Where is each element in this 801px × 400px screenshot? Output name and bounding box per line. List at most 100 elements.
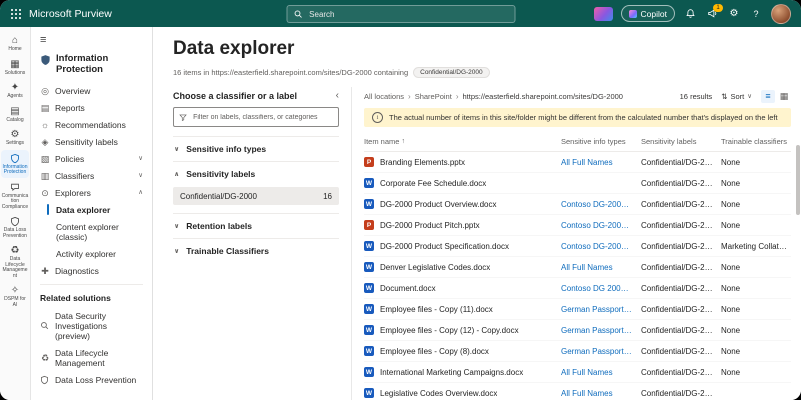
app-body: ⌂ Home ▦ Solutions ✦ Agents ▤ Catalog ⚙ …: [0, 27, 801, 400]
chat-bubble-icon: [10, 182, 20, 193]
settings-gear-icon[interactable]: ⚙: [727, 7, 741, 21]
section-retention-labels[interactable]: ∨ Retention labels: [173, 213, 339, 238]
chevron-down-icon: ∨: [174, 222, 179, 230]
column-sensitivity-labels[interactable]: Sensitivity labels: [641, 137, 721, 146]
table-row[interactable]: International Marketing Campaigns.docx A…: [364, 362, 791, 383]
rail-item-home[interactable]: ⌂ Home: [1, 32, 29, 55]
collapse-panel-icon[interactable]: ‹: [336, 90, 339, 101]
word-icon: [364, 367, 374, 377]
rail-item-settings[interactable]: ⚙ Settings: [1, 126, 29, 149]
main-content: Data explorer 16 items in https://easter…: [153, 27, 801, 400]
word-icon: [364, 178, 374, 188]
tag-icon: ◈: [40, 137, 50, 147]
help-icon[interactable]: ?: [749, 7, 763, 21]
table-row[interactable]: Branding Elements.pptx All Full Names Co…: [364, 152, 791, 173]
rail-item-agents[interactable]: ✦ Agents: [1, 79, 29, 102]
table-row[interactable]: Employee files - Copy (11).docx German P…: [364, 299, 791, 320]
shield-icon: [40, 375, 50, 385]
copilot-button[interactable]: Copilot: [621, 5, 675, 22]
table-row[interactable]: Employee files - Copy (12) - Copy.docx G…: [364, 320, 791, 341]
vertical-scrollbar[interactable]: [796, 145, 800, 215]
security-copilot-icon[interactable]: [594, 7, 613, 21]
word-icon: [364, 199, 374, 209]
info-banner: i The actual number of items in this sit…: [364, 108, 791, 127]
sidebar-item-activity-explorer[interactable]: Activity explorer: [31, 245, 152, 262]
rail-item-dspm-for-ai[interactable]: ✧ DSPM for AI: [1, 282, 29, 310]
sidebar-item-sensitivity-labels[interactable]: ◈ Sensitivity labels: [31, 133, 152, 150]
sidebar-item-data-security-investigations[interactable]: Data Security Investigations (preview): [31, 307, 152, 344]
table-row[interactable]: DG-2000 Product Overview.docx Contoso DG…: [364, 194, 791, 215]
section-sensitive-info-types[interactable]: ∨ Sensitive info types: [173, 136, 339, 161]
breadcrumb-all-locations[interactable]: All locations: [364, 92, 404, 101]
chevron-right-icon: ›: [408, 92, 411, 101]
chevron-down-icon: ∨: [138, 154, 143, 164]
rail-item-data-lifecycle-management[interactable]: ♻ Data Lifecycle Management: [1, 242, 29, 281]
list-view-button[interactable]: ≡: [761, 90, 775, 103]
sidebar-item-data-explorer[interactable]: Data explorer: [31, 201, 152, 218]
sidebar-item-data-loss-prevention[interactable]: Data Loss Prevention: [31, 371, 152, 388]
selected-label-row[interactable]: Confidential/DG-2000 16: [173, 187, 339, 205]
table-row[interactable]: Legislative Codes Overview.docx All Full…: [364, 383, 791, 400]
classifier-filter-panel: Choose a classifier or a label ‹ ∨ Sensi…: [153, 87, 352, 400]
rail-item-information-protection[interactable]: Information Protection: [1, 150, 29, 178]
sidebar-item-reports[interactable]: ▤ Reports: [31, 99, 152, 116]
section-trainable-classifiers[interactable]: ∨ Trainable Classifiers: [173, 238, 339, 263]
sparkle-icon: ✦: [11, 82, 19, 93]
column-item-name[interactable]: Item name ↑: [364, 137, 561, 146]
sidebar-item-policies[interactable]: ▧ Policies ∨: [31, 150, 152, 167]
chevron-up-icon: ∧: [138, 188, 143, 198]
filter-search-input[interactable]: [191, 113, 333, 122]
sidebar-item-overview[interactable]: ◎ Overview: [31, 82, 152, 99]
sidebar-item-data-lifecycle-management[interactable]: ♻ Data Lifecycle Management: [31, 344, 152, 371]
announcements-icon[interactable]: 1: [705, 7, 719, 21]
selected-label-count: 16: [323, 192, 332, 201]
chevron-down-icon: ∨: [174, 247, 179, 255]
page-header: Data explorer 16 items in https://easter…: [153, 27, 801, 78]
content-panels: Choose a classifier or a label ‹ ∨ Sensi…: [153, 87, 801, 400]
grid-view-button[interactable]: ▦: [777, 90, 791, 103]
results-toolbar: 16 results ⇅ Sort ∨ ≡ ▦: [680, 90, 791, 103]
magnifier-icon: [40, 321, 50, 330]
filter-search-box[interactable]: [173, 107, 339, 127]
column-sensitive-info-types[interactable]: Sensitive info types: [561, 137, 641, 146]
classifier-icon: ▥: [40, 171, 50, 181]
waffle-icon[interactable]: [10, 8, 21, 19]
rail-item-solutions[interactable]: ▦ Solutions: [1, 56, 29, 79]
word-icon: [364, 283, 374, 293]
solution-sidebar: ≡ Information Protection ◎ Overview ▤ Re…: [31, 27, 153, 400]
sidebar-item-content-explorer-classic[interactable]: Content explorer (classic): [31, 218, 152, 245]
sidebar-item-explorers[interactable]: ⊙ Explorers ∧: [31, 184, 152, 201]
table-row[interactable]: DG-2000 Product Specification.docx Conto…: [364, 236, 791, 257]
rail-item-catalog[interactable]: ▤ Catalog: [1, 103, 29, 126]
sidebar-item-recommendations[interactable]: ☼ Recommendations: [31, 116, 152, 133]
sidebar-item-diagnostics[interactable]: ✚ Diagnostics: [31, 262, 152, 279]
breadcrumb-site-url: https://easterfield.sharepoint.com/sites…: [462, 92, 623, 101]
solution-header: Information Protection: [31, 50, 152, 82]
word-icon: [364, 304, 374, 314]
table-row[interactable]: Corporate Fee Schedule.docx Confidential…: [364, 173, 791, 194]
related-solutions-heading: Related solutions: [31, 290, 152, 307]
user-avatar[interactable]: [771, 4, 791, 24]
table-row[interactable]: DG-2000 Product Pitch.pptx Contoso DG-20…: [364, 215, 791, 236]
rail-item-communication-compliance[interactable]: Communication Compliance: [1, 179, 29, 213]
breadcrumb-sharepoint[interactable]: SharePoint: [415, 92, 452, 101]
column-trainable-classifiers[interactable]: Trainable classifiers: [721, 137, 791, 146]
powerpoint-icon: [364, 220, 374, 230]
sort-button[interactable]: ⇅ Sort ∨: [721, 92, 752, 101]
sidebar-item-classifiers[interactable]: ▥ Classifiers ∨: [31, 167, 152, 184]
home-icon: ⌂: [12, 35, 18, 46]
section-sensitivity-labels[interactable]: ∧ Sensitivity labels: [173, 161, 339, 186]
table-row[interactable]: Employee files - Copy (8).docx German Pa…: [364, 341, 791, 362]
banner-text: The actual number of items in this site/…: [389, 113, 778, 122]
table-row[interactable]: Document.docx Contoso DG 2000 Product Co…: [364, 278, 791, 299]
explorer-icon: ⊙: [40, 188, 50, 198]
table-row[interactable]: Denver Legislative Codes.docx All Full N…: [364, 257, 791, 278]
funnel-icon: [179, 113, 187, 122]
search-input[interactable]: [307, 9, 508, 20]
sort-ascending-icon: ↑: [401, 138, 405, 145]
sidebar-collapse-icon[interactable]: ≡: [31, 32, 152, 50]
selected-label-name: Confidential/DG-2000: [180, 192, 257, 201]
notifications-bell-icon[interactable]: [683, 7, 697, 21]
rail-item-data-loss-prevention[interactable]: Data Loss Prevention: [1, 213, 29, 241]
topbar-search[interactable]: [286, 5, 515, 23]
